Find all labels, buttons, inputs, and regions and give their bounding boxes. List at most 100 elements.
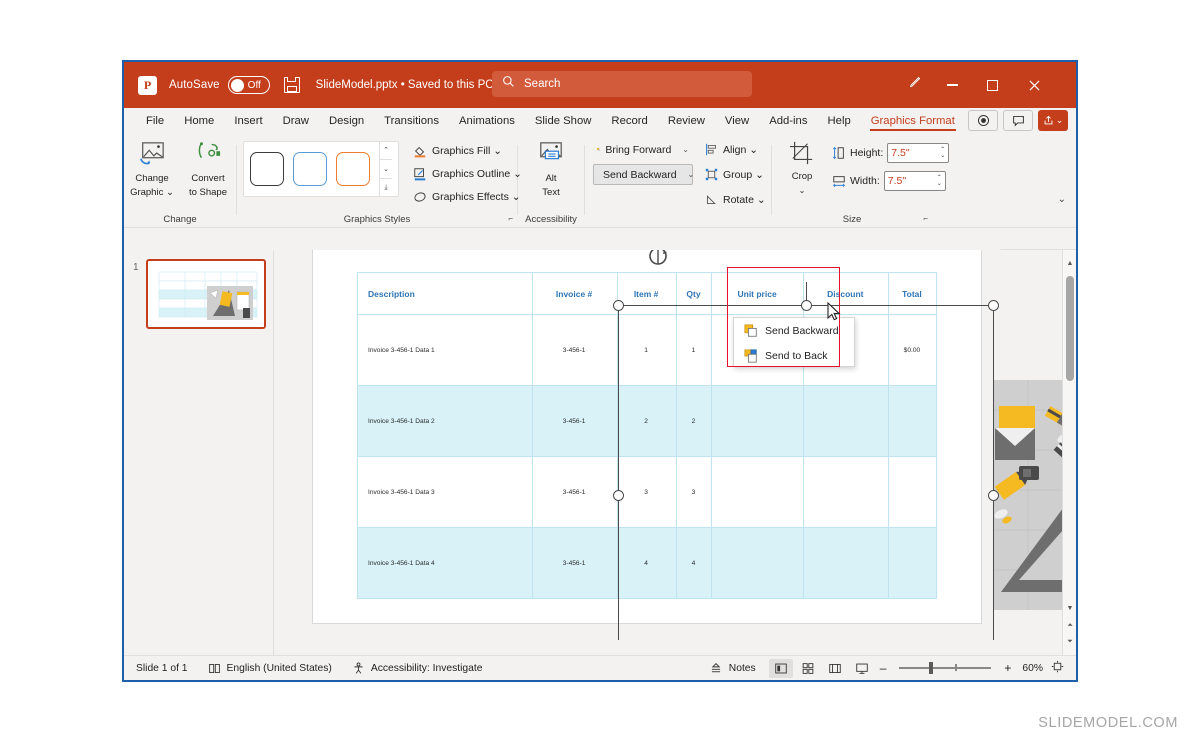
slide-sorter-button[interactable] bbox=[796, 659, 820, 678]
gallery-more-icon[interactable]: ⤓ bbox=[380, 179, 392, 197]
status-bar: Slide 1 of 1 English (United States) Acc… bbox=[124, 655, 1076, 680]
close-button[interactable] bbox=[1014, 62, 1054, 108]
gallery-item-dark[interactable] bbox=[250, 152, 284, 186]
tab-transitions[interactable]: Transitions bbox=[374, 108, 449, 133]
comment-icon[interactable] bbox=[1003, 110, 1033, 131]
ribbon-group-accessibility: Alt Text Accessibility bbox=[518, 133, 584, 228]
tab-insert[interactable]: Insert bbox=[224, 108, 272, 133]
language-status[interactable]: English (United States) bbox=[198, 662, 342, 675]
record-circle-icon[interactable] bbox=[968, 110, 998, 131]
tab-animations[interactable]: Animations bbox=[449, 108, 525, 133]
canvas-vertical-scrollbar[interactable]: ▲ ▼ ⏶ ⏷ bbox=[1062, 250, 1076, 655]
slide-show-button[interactable] bbox=[850, 659, 874, 678]
graphics-outline-label: Graphics Outline ⌄ bbox=[432, 168, 522, 180]
ribbon-overflow-strip: collapse-ribbon-icon bbox=[124, 228, 1076, 250]
save-icon[interactable] bbox=[283, 77, 300, 93]
tab-review[interactable]: Review bbox=[658, 108, 715, 133]
selection-handle-top-right[interactable] bbox=[988, 300, 999, 311]
send-backward-button[interactable]: Send Backward ⌄ bbox=[593, 164, 695, 185]
menu-item-send-to-back[interactable]: Send to Back bbox=[734, 343, 854, 368]
share-button[interactable]: ⌄ bbox=[1038, 110, 1068, 131]
minimize-button[interactable] bbox=[932, 62, 972, 108]
width-stepper[interactable]: ⌃ ⌄ bbox=[937, 175, 942, 187]
scroll-down-arrow-icon[interactable]: ▼ bbox=[1063, 601, 1076, 615]
zoom-level-label[interactable]: 60% bbox=[1017, 663, 1048, 674]
rotate-button[interactable]: Rotate ⌄ bbox=[701, 189, 770, 210]
slide-thumbnail-pane: 1 bbox=[124, 250, 274, 655]
selection-handle-middle-right[interactable] bbox=[988, 490, 999, 501]
cell-discount bbox=[802, 385, 889, 457]
rotate-icon bbox=[706, 195, 716, 205]
size-dialog-launcher[interactable]: ⌐ bbox=[923, 211, 928, 227]
next-slide-button[interactable]: ⏷ bbox=[1063, 635, 1076, 649]
tab-graphics-format[interactable]: Graphics Format bbox=[861, 108, 965, 133]
group-button[interactable]: Group ⌄ bbox=[701, 164, 770, 185]
zoom-slider[interactable] bbox=[899, 662, 992, 675]
gallery-item-blue[interactable] bbox=[293, 152, 327, 186]
width-label: Width: bbox=[850, 175, 880, 187]
tab-slide-show[interactable]: Slide Show bbox=[525, 108, 602, 133]
slide-thumbnail-1[interactable] bbox=[146, 259, 266, 329]
scroll-up-arrow-icon[interactable]: ▲ bbox=[1063, 256, 1076, 270]
zoom-slider-knob[interactable] bbox=[929, 662, 934, 675]
search-input[interactable]: Search bbox=[492, 71, 752, 97]
zoom-out-button[interactable]: – bbox=[877, 661, 890, 675]
tab-draw[interactable]: Draw bbox=[273, 108, 319, 133]
cell-qty: 3 bbox=[675, 456, 713, 528]
status-bar-right: Notes – + 60% bbox=[699, 658, 1068, 678]
tab-file[interactable]: File bbox=[136, 108, 174, 133]
table-row: Invoice 3-456-1 Data 4 3-456-1 4 4 bbox=[357, 527, 938, 599]
crop-button[interactable]: Crop ⌄ bbox=[782, 139, 822, 196]
convert-to-shape-button[interactable]: Convert to Shape bbox=[181, 139, 235, 198]
bring-forward-chevron-down-icon[interactable]: ⌄ bbox=[676, 145, 689, 154]
selection-handle-top-left[interactable] bbox=[613, 300, 624, 311]
selection-handle-top-center[interactable] bbox=[801, 300, 812, 311]
pen-icon[interactable] bbox=[909, 76, 922, 94]
reading-view-button[interactable] bbox=[823, 659, 847, 678]
notes-button[interactable]: Notes bbox=[699, 662, 766, 675]
tab-design[interactable]: Design bbox=[319, 108, 374, 133]
autosave-toggle[interactable]: Off bbox=[227, 76, 270, 94]
gallery-scroll-down-icon[interactable]: ⌄ bbox=[380, 160, 392, 179]
graphics-styles-gallery[interactable]: ⌃ ⌄ ⤓ bbox=[243, 141, 399, 197]
fit-to-window-icon[interactable] bbox=[1051, 660, 1068, 676]
menu-item-send-to-back-label: Send to Back bbox=[765, 349, 828, 362]
previous-slide-button[interactable]: ⏶ bbox=[1063, 619, 1076, 633]
height-input[interactable]: 7.5" ⌃ ⌄ bbox=[887, 143, 950, 163]
normal-view-button[interactable] bbox=[768, 658, 793, 678]
change-graphic-button[interactable]: Change Graphic ⌄ bbox=[125, 139, 179, 198]
crop-chevron-down-icon[interactable]: ⌄ bbox=[799, 185, 806, 196]
toggle-knob bbox=[230, 78, 244, 92]
cell-total bbox=[887, 385, 938, 457]
tab-add-ins[interactable]: Add-ins bbox=[759, 108, 817, 133]
scrollbar-thumb[interactable] bbox=[1066, 276, 1074, 381]
rotate-handle-icon[interactable] bbox=[647, 250, 669, 272]
maximize-button[interactable] bbox=[972, 62, 1012, 108]
zoom-in-button[interactable]: + bbox=[1001, 661, 1014, 675]
bring-forward-button[interactable]: Bring Forward ⌄ bbox=[593, 139, 693, 160]
tab-record[interactable]: Record bbox=[601, 108, 657, 133]
width-input[interactable]: 7.5" ⌃ ⌄ bbox=[883, 171, 946, 191]
graphics-styles-dialog-launcher[interactable]: ⌐ bbox=[508, 211, 513, 227]
selection-handle-middle-left[interactable] bbox=[613, 490, 624, 501]
graphics-fill-button[interactable]: Graphics Fill ⌄ bbox=[409, 141, 522, 161]
gallery-item-orange[interactable] bbox=[336, 152, 370, 186]
accessibility-label: Accessibility: Investigate bbox=[370, 662, 483, 674]
tab-view[interactable]: View bbox=[715, 108, 759, 133]
alt-text-button[interactable]: Alt Text bbox=[524, 139, 578, 198]
cell-total bbox=[887, 456, 938, 528]
tab-help[interactable]: Help bbox=[818, 108, 861, 133]
send-backward-chevron-down-icon[interactable]: ⌄ bbox=[682, 170, 695, 179]
ribbon-collapse-chevron-icon[interactable]: ⌄ bbox=[1058, 194, 1066, 205]
gallery-scroll-up-icon[interactable]: ⌃ bbox=[380, 141, 392, 160]
graphics-outline-button[interactable]: Graphics Outline ⌄ bbox=[409, 164, 522, 184]
height-stepper[interactable]: ⌃ ⌄ bbox=[940, 147, 945, 159]
tab-home[interactable]: Home bbox=[174, 108, 224, 133]
align-button[interactable]: Align ⌄ bbox=[701, 139, 770, 160]
graphics-effects-button[interactable]: Graphics Effects ⌄ bbox=[409, 187, 522, 207]
accessibility-status[interactable]: Accessibility: Investigate bbox=[342, 662, 493, 675]
graphics-outline-icon bbox=[414, 168, 426, 181]
title-bar: P AutoSave Off SlideModel.pptx • Saved t… bbox=[124, 62, 1076, 108]
slide-count-label[interactable]: Slide 1 of 1 bbox=[124, 663, 198, 674]
cell-description: Invoice 3-456-1 Data 1 bbox=[357, 314, 533, 386]
